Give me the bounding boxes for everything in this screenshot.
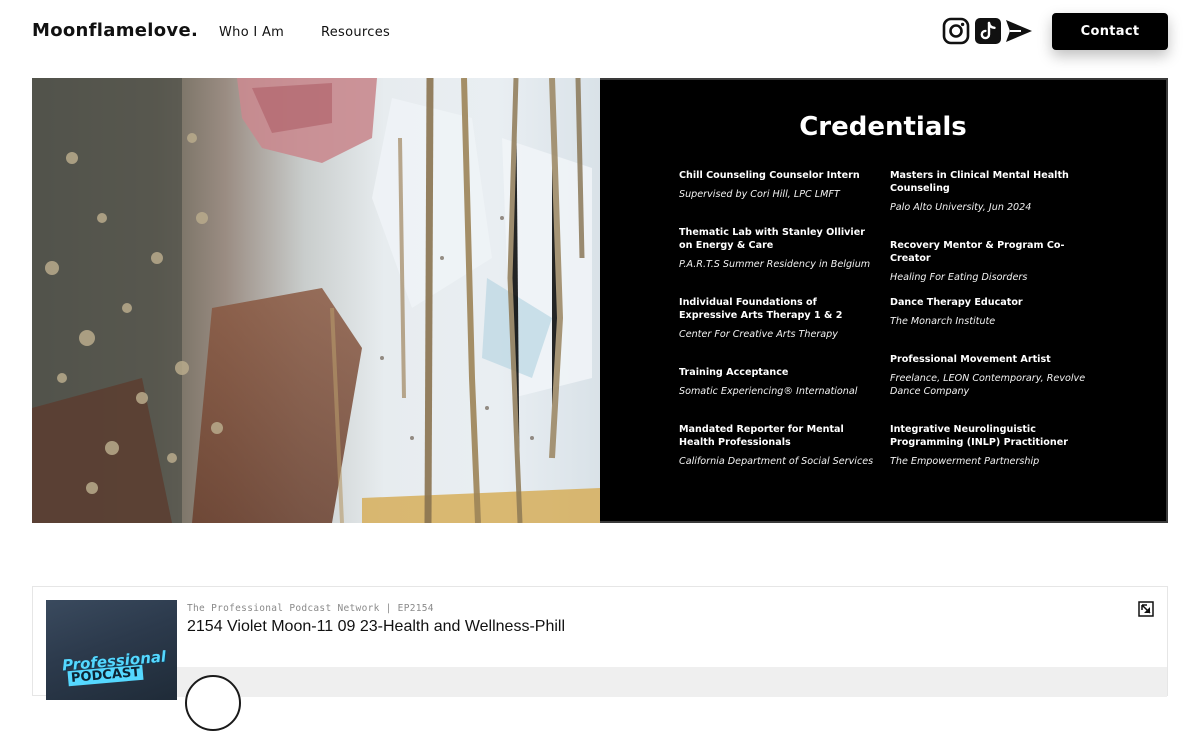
credential-subtitle: California Department of Social Services	[679, 456, 874, 467]
credential-item: Recovery Mentor & Program Co-Creator Hea…	[890, 239, 1086, 296]
credential-item: Dance Therapy Educator The Monarch Insti…	[890, 296, 1086, 353]
credential-item: Thematic Lab with Stanley Ollivier on En…	[679, 226, 875, 296]
credential-subtitle: Center For Creative Arts Therapy	[679, 329, 838, 340]
podcast-episode-title[interactable]: 2154 Violet Moon-11 09 23-Health and Wel…	[187, 618, 565, 636]
credential-subtitle: The Empowerment Partnership	[890, 456, 1040, 467]
credential-item: Integrative Neurolinguistic Programming …	[890, 423, 1086, 468]
credentials-section: Credentials Chill Counseling Counselor I…	[32, 78, 1168, 523]
tiktok-icon[interactable]	[974, 17, 1002, 45]
site-logo[interactable]: Moonflamelove.	[32, 20, 198, 41]
site-header: Moonflamelove. Who I Am Resources Contac…	[0, 0, 1200, 66]
credential-subtitle: Healing For Eating Disorders	[890, 272, 1028, 283]
nav-who-i-am[interactable]: Who I Am	[219, 25, 284, 40]
instagram-icon[interactable]	[942, 17, 970, 45]
nav-resources[interactable]: Resources	[321, 25, 390, 40]
credential-subtitle: The Monarch Institute	[890, 316, 996, 327]
podcast-network-label: The Professional Podcast Network | EP215…	[187, 603, 434, 614]
credential-item: Training Acceptance Somatic Experiencing…	[679, 366, 875, 423]
credential-title: Thematic Lab with Stanley Ollivier on En…	[679, 227, 865, 251]
credential-item: Mandated Reporter for Mental Health Prof…	[679, 423, 875, 468]
play-button[interactable]	[185, 675, 241, 731]
send-icon[interactable]	[1005, 17, 1033, 45]
podcast-waveform-bar[interactable]	[177, 667, 1167, 697]
credential-title: Recovery Mentor & Program Co-Creator	[890, 240, 1065, 264]
credentials-panel: Credentials Chill Counseling Counselor I…	[600, 78, 1168, 523]
credential-subtitle: Somatic Experiencing® International	[679, 386, 858, 397]
credentials-right-column: Masters in Clinical Mental Health Counse…	[890, 169, 1086, 468]
credential-item: Masters in Clinical Mental Health Counse…	[890, 169, 1086, 239]
abstract-painting-image	[32, 78, 600, 523]
podcast-cover-art: Professional PODCAST	[46, 600, 177, 700]
credential-subtitle: P.A.R.T.S Summer Residency in Belgium	[679, 259, 871, 270]
credentials-title: Credentials	[799, 112, 967, 142]
credential-item: Individual Foundations of Expressive Art…	[679, 296, 875, 366]
credential-subtitle: Supervised by Cori Hill, LPC LMFT	[679, 189, 840, 200]
credential-subtitle: Palo Alto University, Jun 2024	[890, 202, 1032, 213]
podcast-platform-icon[interactable]	[1138, 601, 1154, 617]
credential-title: Dance Therapy Educator	[890, 297, 1023, 308]
credential-title: Masters in Clinical Mental Health Counse…	[890, 170, 1069, 194]
credentials-left-column: Chill Counseling Counselor Intern Superv…	[679, 169, 875, 468]
credential-title: Professional Movement Artist	[890, 354, 1051, 365]
credential-title: Mandated Reporter for Mental Health Prof…	[679, 424, 844, 448]
credential-title: Individual Foundations of Expressive Art…	[679, 297, 843, 321]
contact-button[interactable]: Contact	[1052, 13, 1168, 50]
credential-item: Chill Counseling Counselor Intern Superv…	[679, 169, 875, 226]
credential-title: Training Acceptance	[679, 367, 789, 378]
credential-title: Chill Counseling Counselor Intern	[679, 170, 860, 181]
credential-title: Integrative Neurolinguistic Programming …	[890, 424, 1068, 448]
credential-subtitle: Freelance, LEON Contemporary, Revolve Da…	[890, 373, 1086, 397]
credential-item: Professional Movement Artist Freelance, …	[890, 353, 1086, 423]
